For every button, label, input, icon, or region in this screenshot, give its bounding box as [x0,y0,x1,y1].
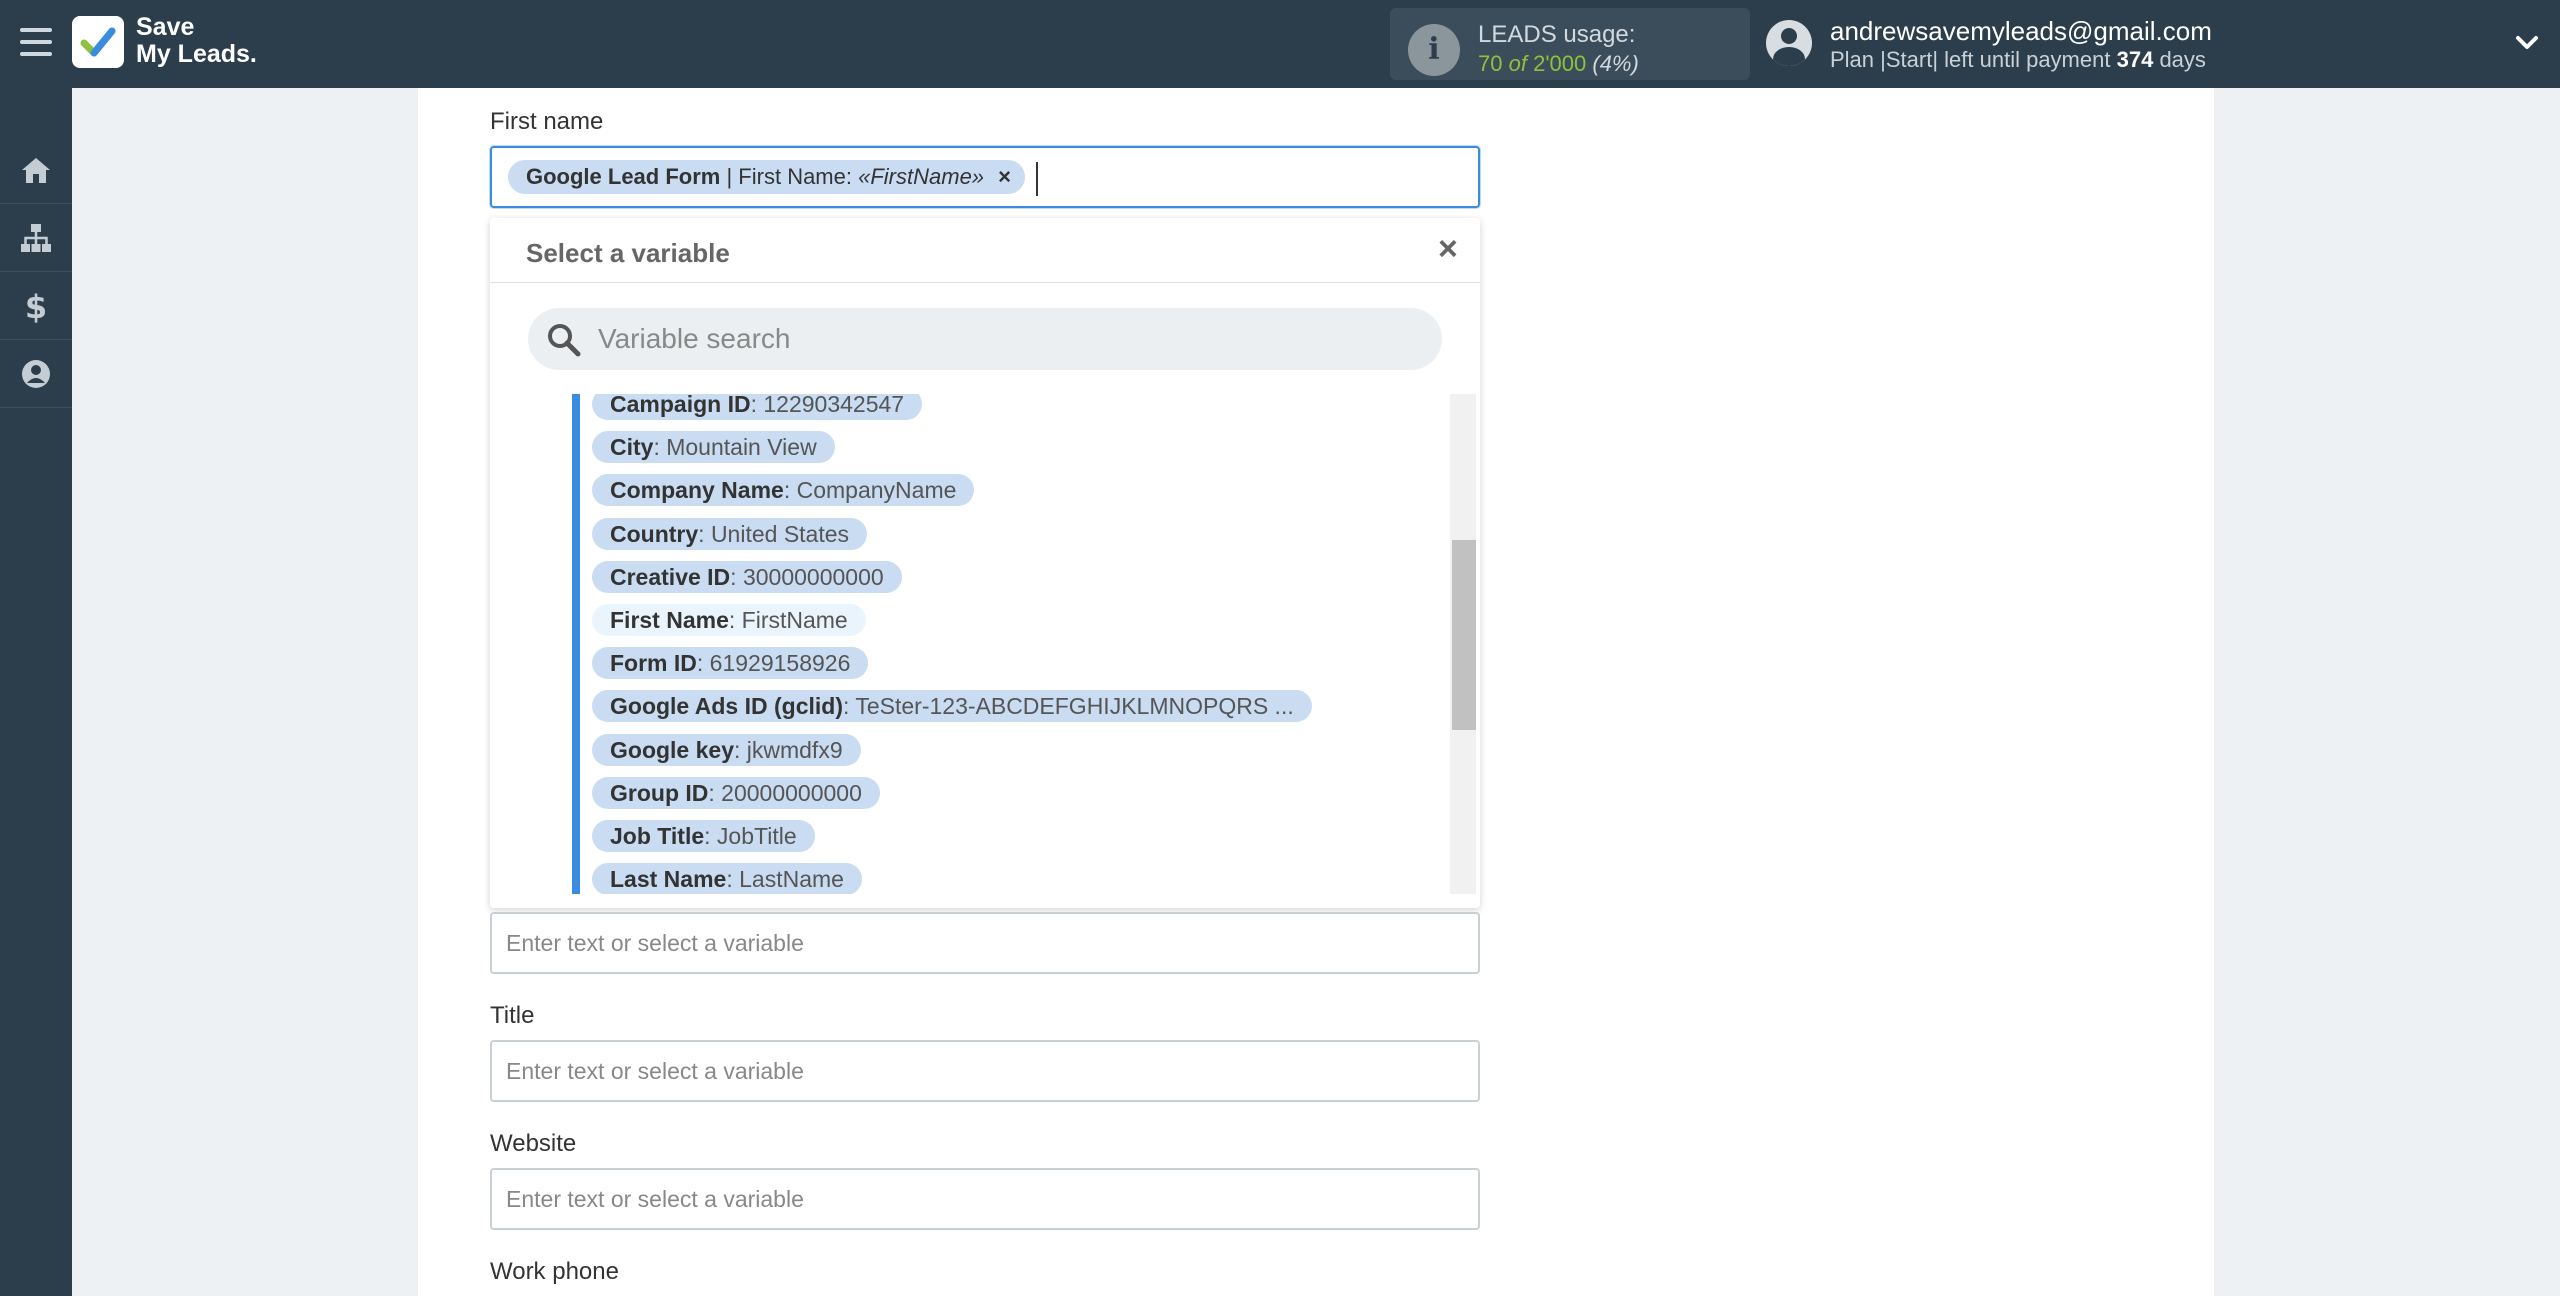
user-icon [22,359,50,388]
website-label: Website [490,1130,577,1157]
variable-option[interactable]: Form ID: 61929158926 [592,647,869,680]
variable-key: Job Title [610,823,705,849]
variable-key: Google Ads ID (gclid) [610,693,843,720]
variable-key: Google key [610,736,734,763]
scrollbar-thumb[interactable] [1452,540,1476,730]
title-label: Title [490,1002,535,1029]
website-field[interactable]: Enter text or select a variable [490,1168,1480,1230]
logo-icon[interactable] [72,16,124,68]
variable-value: : 20000000000 [708,779,862,806]
variable-chip[interactable]: Google Lead Form | First Name: «FirstNam… [508,160,1026,194]
usage-total: 2'000 [1533,51,1587,76]
svg-text:$: $ [25,289,47,323]
search-icon [548,324,581,357]
dropdown-title: Select a variable [526,238,730,268]
variable-option[interactable]: City: Mountain View [592,431,835,464]
sidebar: $ [0,88,72,1296]
sidebar-item-billing[interactable]: $ [0,272,72,340]
title-field[interactable]: Enter text or select a variable [490,1040,1480,1102]
variable-option[interactable]: Job Title: JobTitle [592,820,815,852]
variable-value: : 30000000000 [730,563,884,590]
usage-value: 70 of 2'000 (4%) [1478,51,1639,77]
info-icon[interactable]: i [1408,24,1460,76]
sidebar-item-home[interactable] [0,136,72,204]
usage-label: LEADS usage: [1478,21,1636,48]
variable-key: Form ID [610,650,697,677]
variable-key: Group ID [610,779,709,806]
variable-value: : jkwmdfx9 [733,736,843,763]
field-placeholder: Enter text or select a variable [506,930,804,956]
field-placeholder: Enter text or select a variable [506,1186,804,1212]
dollar-icon: $ [25,289,47,323]
variable-dropdown: Select a variable × Campaign ID: 1229034… [490,218,1480,908]
first-name-label: First name [490,108,604,135]
sidebar-item-connections[interactable] [0,204,72,272]
logo-text[interactable]: Save My Leads. [136,14,257,68]
divider [490,282,1480,283]
usage-of: of [1508,51,1527,76]
chip-field: | First Name: [726,164,852,189]
sidebar-item-account[interactable] [0,340,72,408]
home-icon [22,157,50,183]
variable-option[interactable]: Campaign ID: 12290342547 [592,394,923,420]
variable-option[interactable]: Creative ID: 30000000000 [592,560,902,593]
usage-used: 70 [1478,51,1503,76]
variable-value: : FirstName [728,607,848,633]
logo-line-1: Save [136,13,195,41]
close-icon[interactable]: × [1438,232,1458,266]
variable-option[interactable]: Google Ads ID (gclid): TeSter-123-ABCDEF… [592,690,1312,723]
variable-key: City [610,434,654,461]
avatar[interactable] [1766,20,1812,66]
usage-percent: (4%) [1592,51,1639,76]
variable-key: Last Name [610,866,727,893]
variable-value: : TeSter-123-ABCDEFGHIJKLMNOPQRS ... [842,693,1294,720]
variable-list: Campaign ID: 12290342547 City: Mountain V… [572,394,1422,894]
text-caret [1036,162,1038,196]
field-placeholder: Enter text or select a variable [506,1058,804,1084]
top-bar: Save My Leads. i LEADS usage: 70 of 2'00… [0,0,2560,88]
chip-remove-icon[interactable]: × [998,164,1011,189]
plan-prefix: Plan |Start| left until payment [1830,47,2111,72]
first-name-field[interactable]: Google Lead Form | First Name: «FirstNam… [490,146,1480,208]
variable-value: : Mountain View [653,434,817,461]
menu-icon[interactable] [20,28,52,58]
variable-key: Creative ID [610,563,731,590]
variable-option[interactable]: First Name: FirstName [592,604,866,636]
chevron-down-icon[interactable] [2514,30,2540,56]
variable-value: : United States [698,520,850,547]
plan-info: Plan |Start| left until payment 374 days [1830,47,2206,73]
variable-value: : 12290342547 [750,394,905,417]
variable-value: : JobTitle [704,823,797,849]
variable-option[interactable]: Country: United States [592,517,868,550]
variable-key: Company Name [610,477,784,504]
variable-key: Country [610,520,699,547]
variable-key: Campaign ID [610,394,751,417]
variable-value: : LastName [726,866,844,893]
variable-search-input[interactable] [598,318,1418,360]
variable-option[interactable]: Last Name: LastName [592,863,862,894]
plan-days: 374 [2116,47,2154,72]
chip-value: «FirstName» [858,164,985,189]
logo-line-2: My Leads. [136,40,257,68]
variable-option[interactable]: Company Name: CompanyName [592,474,975,507]
user-email[interactable]: andrewsavemyleads@gmail.com [1830,16,2212,47]
variable-key: First Name [610,607,729,633]
variable-option[interactable]: Group ID: 20000000000 [592,776,880,809]
chip-source: Google Lead Form [526,164,721,189]
text-field-after-dropdown[interactable]: Enter text or select a variable [490,912,1480,974]
leads-usage-panel: i LEADS usage: 70 of 2'000 (4%) [1390,8,1750,80]
variable-option[interactable]: Google key: jkwmdfx9 [592,733,861,766]
sitemap-icon [21,223,51,252]
plan-suffix: days [2159,47,2206,72]
work-phone-label: Work phone [490,1258,619,1285]
variable-value: : 61929158926 [696,650,851,677]
variable-search [528,308,1442,370]
variable-value: : CompanyName [783,477,957,504]
